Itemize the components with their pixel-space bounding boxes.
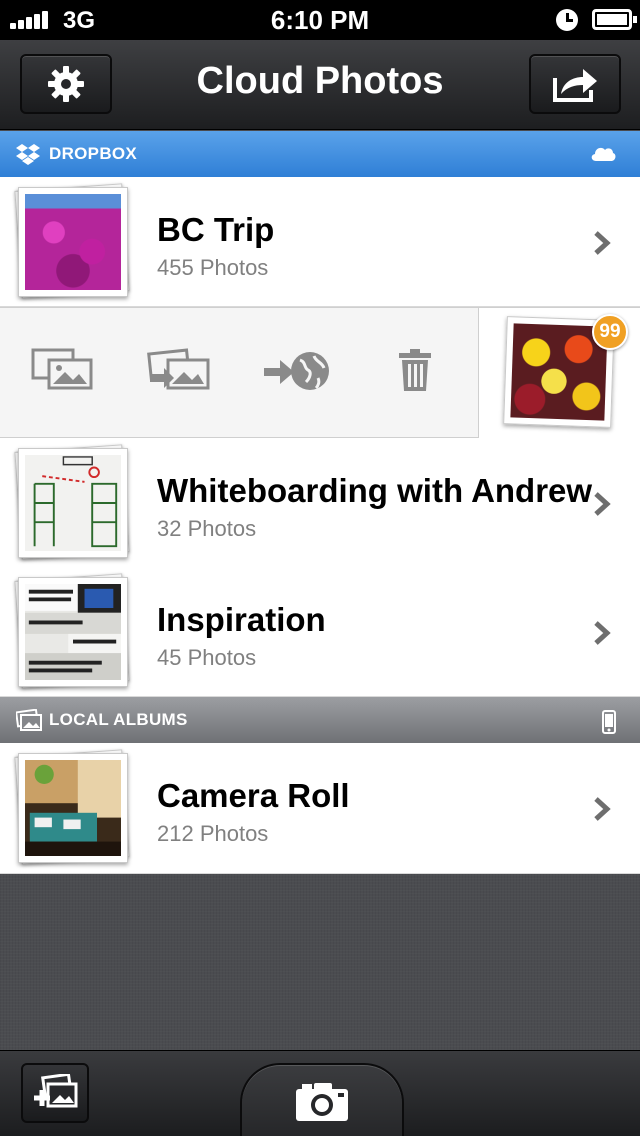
album-thumbnail [14,749,134,869]
album-thumbnail [14,573,134,693]
share-to-web-button[interactable] [262,348,332,398]
album-icon [16,709,42,731]
camera-icon [296,1083,348,1121]
chevron-right-icon [594,797,611,821]
album-title: Camera Roll [157,777,350,814]
album-row-whiteboarding[interactable]: Whiteboarding with Andrew 32 Photos [0,438,640,568]
share-icon [553,69,597,102]
section-label: LOCAL ALBUMS [49,710,188,729]
view-photos-button[interactable] [27,348,97,398]
empty-background [0,874,640,1050]
album-title: Whiteboarding with Andrew [157,472,593,509]
battery-icon [592,9,637,30]
dropbox-icon [16,144,40,165]
navigation-bar: Cloud Photos [0,40,640,130]
album-photo-count: 212 Photos [157,821,269,846]
album-photo-count: 455 Photos [157,255,269,280]
add-album-button[interactable] [21,1063,89,1123]
move-photos-button[interactable] [144,348,214,398]
section-label: DROPBOX [49,144,138,163]
cloud-icon [591,147,616,161]
status-time: 6:10 PM [270,5,370,35]
dropbox-section-header: DROPBOX [0,131,640,177]
album-title: BC Trip [157,211,275,248]
delete-button[interactable] [380,348,450,398]
move-photos-icon [147,348,210,390]
album-row-inspiration[interactable]: Inspiration 45 Photos [0,567,640,697]
add-album-icon [34,1074,78,1108]
trash-icon [399,349,431,391]
photo-count-badge: 99 [592,314,628,350]
bottom-toolbar [0,1050,640,1136]
status-bar: 3G 6:10 PM [0,0,640,40]
album-thumbnail [14,183,134,303]
album-thumbnail [14,444,134,564]
album-row-camera-roll[interactable]: Camera Roll 212 Photos [0,743,640,874]
album-photo-count: 45 Photos [157,645,257,670]
camera-button[interactable] [240,1063,404,1136]
local-albums-section-header: LOCAL ALBUMS [0,697,640,743]
view-photos-icon [31,348,93,390]
alarm-clock-icon [556,9,578,31]
share-button[interactable] [529,54,621,114]
album-title: Inspiration [157,601,326,638]
phone-icon [602,710,616,734]
chevron-right-icon [594,621,611,645]
album-row-bc-trip[interactable]: BC Trip 455 Photos [0,177,640,307]
chevron-right-icon [594,492,611,516]
chevron-right-icon [594,231,611,255]
album-actions-row: 99 [0,307,640,439]
photo-preview[interactable]: 99 [479,308,640,439]
share-web-icon [264,352,329,390]
album-photo-count: 32 Photos [157,516,257,541]
